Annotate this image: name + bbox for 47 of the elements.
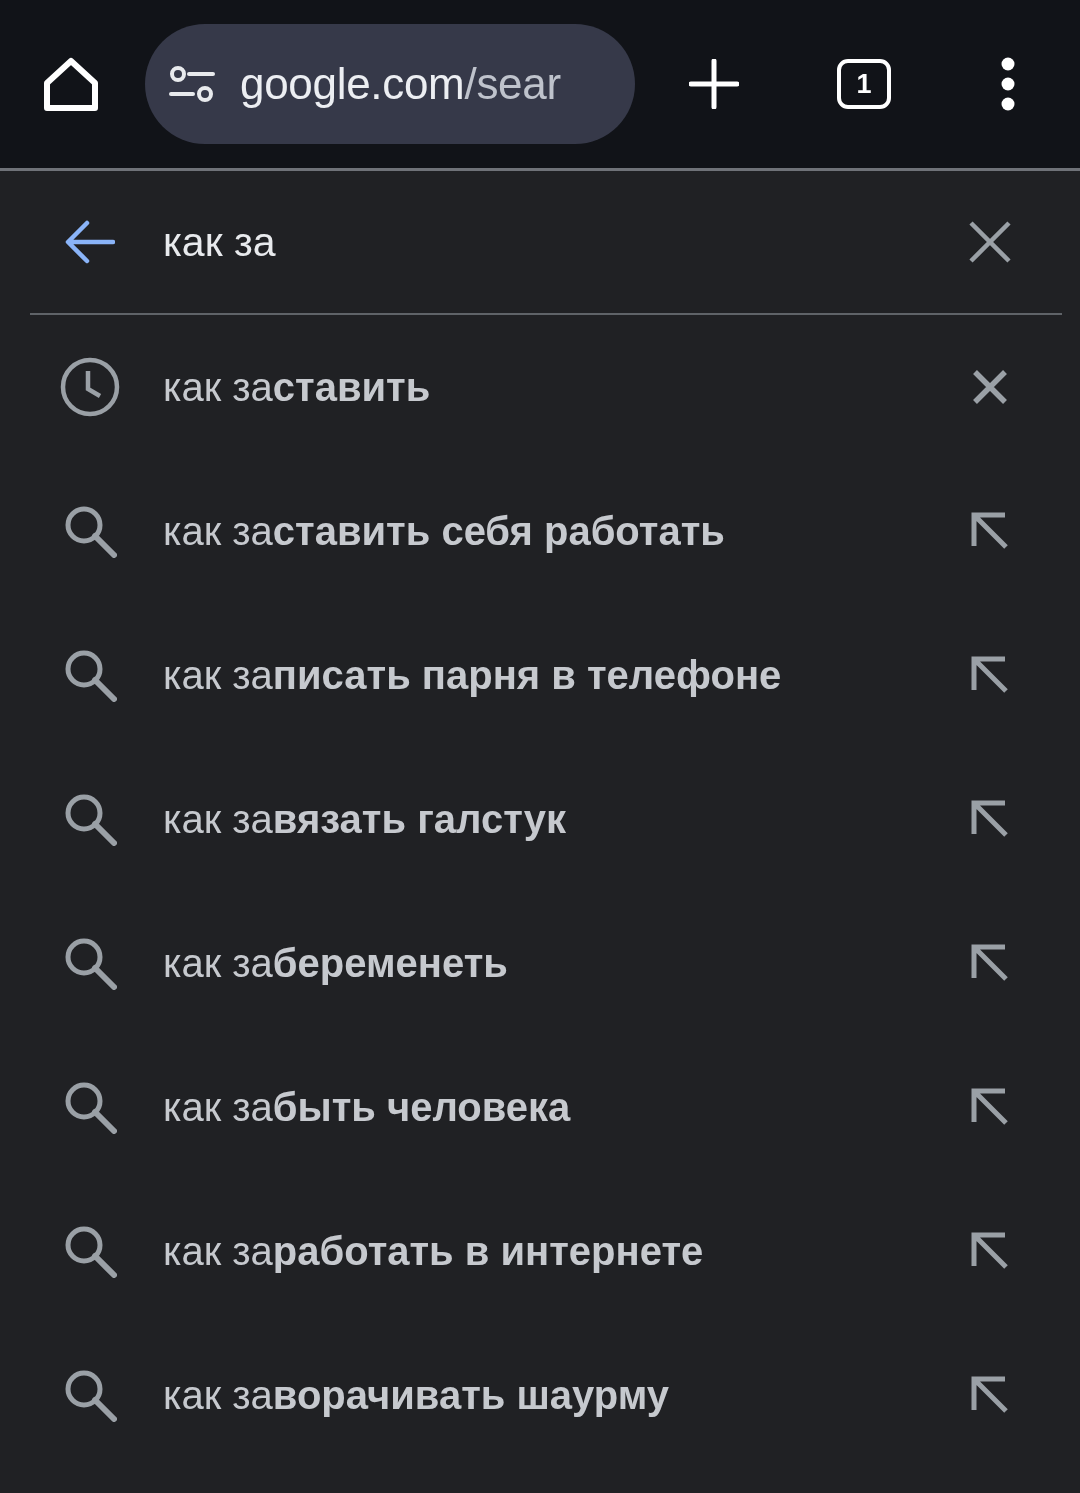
search-icon xyxy=(63,1080,117,1134)
search-icon xyxy=(63,1368,117,1422)
suggestion-text[interactable]: как записать парня в телефоне xyxy=(163,652,970,698)
address-bar[interactable]: google.com/sear xyxy=(145,24,635,144)
back-button[interactable] xyxy=(65,220,115,264)
site-info-button[interactable] xyxy=(169,66,215,102)
sliders-icon xyxy=(169,66,215,102)
arrow-up-left-icon xyxy=(971,1088,1009,1126)
fill-query-button[interactable] xyxy=(970,511,1010,551)
home-button[interactable] xyxy=(44,57,98,111)
suggestion-text[interactable]: как заработать в интернете xyxy=(163,1228,970,1274)
menu-button[interactable] xyxy=(1001,57,1015,111)
search-icon xyxy=(63,936,117,990)
tab-switcher-button[interactable]: 1 xyxy=(837,59,891,109)
suggestion-text[interactable]: как заставить себя работать xyxy=(163,508,970,554)
back-arrow-icon xyxy=(65,220,115,264)
clock-icon xyxy=(60,357,120,417)
suggestion-text[interactable]: как завязать галстук xyxy=(163,796,970,842)
arrow-up-left-icon xyxy=(971,944,1009,982)
close-icon xyxy=(969,221,1011,263)
arrow-up-left-icon xyxy=(971,1376,1009,1414)
arrow-up-left-icon xyxy=(971,512,1009,550)
fill-query-button[interactable] xyxy=(970,1375,1010,1415)
menu-icon xyxy=(1001,57,1015,111)
search-icon xyxy=(63,1224,117,1278)
search-icon xyxy=(63,792,117,846)
fill-query-button[interactable] xyxy=(970,655,1010,695)
close-icon xyxy=(972,369,1008,405)
suggestion-text[interactable]: как забыть человека xyxy=(163,1084,970,1130)
fill-query-button[interactable] xyxy=(970,1231,1010,1271)
arrow-up-left-icon xyxy=(971,1232,1009,1270)
arrow-up-left-icon xyxy=(971,656,1009,694)
suggestion-text[interactable]: как заставить xyxy=(163,364,970,410)
fill-query-button[interactable] xyxy=(970,1087,1010,1127)
search-input[interactable]: как за xyxy=(163,212,949,272)
search-icon xyxy=(63,504,117,558)
new-tab-button[interactable] xyxy=(689,59,739,109)
url-text: google.com/sear xyxy=(240,59,561,109)
arrow-up-left-icon xyxy=(971,800,1009,838)
suggestion-text[interactable]: как заворачивать шаурму xyxy=(163,1372,970,1418)
search-icon xyxy=(63,648,117,702)
fill-query-button[interactable] xyxy=(970,943,1010,983)
home-icon xyxy=(44,57,98,111)
fill-query-button[interactable] xyxy=(970,799,1010,839)
suggestion-text[interactable]: как забеременеть xyxy=(163,940,970,986)
plus-icon xyxy=(689,59,739,109)
clear-button[interactable] xyxy=(969,221,1011,263)
